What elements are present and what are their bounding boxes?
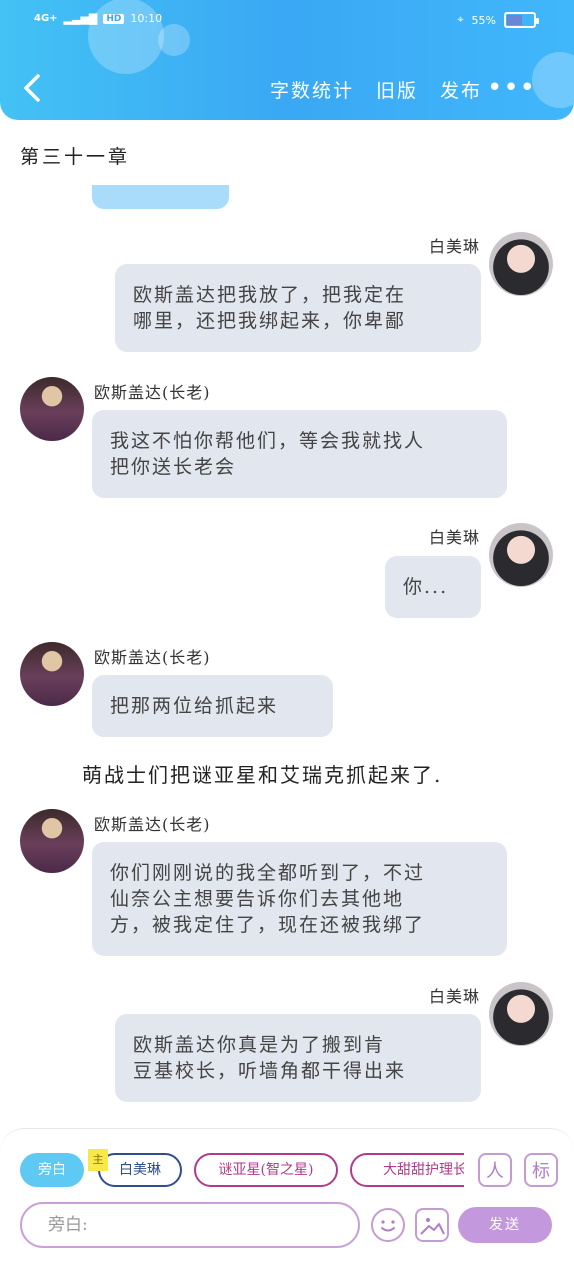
signal-icon: ▂▃▅▇ [63, 12, 98, 25]
tag-icon[interactable]: 标 [524, 1153, 558, 1187]
speaker-name: 白美琳 [428, 528, 480, 547]
message-line: 方，被我定住了，现在还被我绑了 [110, 914, 426, 936]
role-selector: 旁白 白美琳 谜亚星(智之星) 大甜甜护理长 [20, 1153, 464, 1189]
clock: 10:10 [130, 12, 163, 25]
battery-percent: 55% [471, 13, 496, 27]
speaker-name: 白美琳 [428, 987, 480, 1006]
message-line: 把你送长老会 [110, 456, 237, 478]
message-line: 你们刚刚说的我全都听到了，不过 [110, 862, 426, 884]
back-arrow-icon [24, 74, 40, 102]
avatar[interactable] [20, 377, 84, 441]
composer-panel: 旁白 白美琳 谜亚星(智之星) 大甜甜护理长 主 人 标 旁白: 发送 [0, 1128, 574, 1280]
more-menu-icon[interactable]: ••• [487, 75, 536, 101]
hd-badge: HD [103, 13, 125, 24]
chapter-title: 第三十一章 [20, 146, 131, 168]
message-line: 我这不怕你帮他们，等会我就找人 [110, 430, 426, 452]
speaker-name: 欧斯盖达(长老) [94, 815, 211, 834]
message-bubble[interactable]: 欧斯盖达把我放了，把我定在 哪里，还把我绑起来，你卑鄙 [115, 264, 481, 352]
nav-bar: 字数统计 旧版 发布 ••• [0, 70, 574, 110]
avatar[interactable] [489, 523, 553, 587]
speaker-name: 欧斯盖达(长老) [94, 648, 211, 667]
chat-area[interactable]: 白美琳 欧斯盖达把我放了，把我定在 哪里，还把我绑起来，你卑鄙 欧斯盖达(长老)… [0, 185, 574, 1125]
role-chip-narrator[interactable]: 旁白 [20, 1153, 84, 1187]
image-icon[interactable] [415, 1208, 449, 1242]
emoji-face-icon [381, 1220, 395, 1232]
speaker-name: 欧斯盖达(长老) [94, 383, 211, 402]
message-line: 欧斯盖达你真是为了搬到肯 [133, 1034, 386, 1056]
avatar[interactable] [489, 982, 553, 1046]
message-line: 把那两位给抓起来 [110, 695, 279, 717]
message-line: 欧斯盖达把我放了，把我定在 [133, 284, 407, 306]
message-bubble[interactable]: 欧斯盖达你真是为了搬到肯 豆基校长，听墙角都干得出来 [115, 1014, 481, 1102]
message-bubble[interactable]: 把那两位给抓起来 [92, 675, 333, 737]
publish-button[interactable]: 发布 [440, 76, 482, 103]
back-button[interactable] [18, 70, 48, 106]
picture-icon [420, 1218, 445, 1235]
avatar[interactable] [20, 809, 84, 873]
message-line: 仙奈公主想要告诉你们去其他地 [110, 888, 405, 910]
emoji-icon[interactable] [371, 1208, 405, 1242]
send-button[interactable]: 发送 [458, 1207, 552, 1243]
previous-message-bubble [92, 185, 229, 209]
narration-text[interactable]: 萌战士们把谜亚星和艾瑞克抓起来了. [82, 759, 442, 788]
message-bubble[interactable]: 你们刚刚说的我全都听到了，不过 仙奈公主想要告诉你们去其他地 方，被我定住了，现… [92, 842, 507, 956]
role-chip-bai-meilin[interactable]: 白美琳 [98, 1153, 182, 1187]
avatar[interactable] [489, 232, 553, 296]
top-header: 4G+ ▂▃▅▇ HD 10:10 ⌖ 55% 字数统计 旧版 发布 ••• [0, 0, 574, 120]
word-count-button[interactable]: 字数统计 [270, 76, 354, 103]
message-input[interactable]: 旁白: [20, 1202, 360, 1248]
battery-icon [504, 12, 539, 28]
network-label: 4G+ [34, 13, 58, 24]
location-icon: ⌖ [457, 13, 464, 26]
main-role-badge: 主 [88, 1149, 108, 1171]
character-icon[interactable]: 人 [478, 1153, 512, 1187]
old-version-button[interactable]: 旧版 [376, 76, 418, 103]
message-bubble[interactable]: 你... [385, 556, 481, 618]
message-line: 你... [403, 576, 449, 598]
message-line: 豆基校长，听墙角都干得出来 [133, 1060, 407, 1082]
message-line: 哪里，还把我绑起来，你卑鄙 [133, 310, 407, 332]
avatar[interactable] [20, 642, 84, 706]
role-chip-head-nurse[interactable]: 大甜甜护理长 [350, 1153, 464, 1187]
status-bar: 4G+ ▂▃▅▇ HD 10:10 ⌖ 55% [0, 10, 574, 34]
message-bubble[interactable]: 我这不怕你帮他们，等会我就找人 把你送长老会 [92, 410, 507, 498]
role-chip-mi-yaxing[interactable]: 谜亚星(智之星) [194, 1153, 338, 1187]
speaker-name: 白美琳 [428, 237, 480, 256]
